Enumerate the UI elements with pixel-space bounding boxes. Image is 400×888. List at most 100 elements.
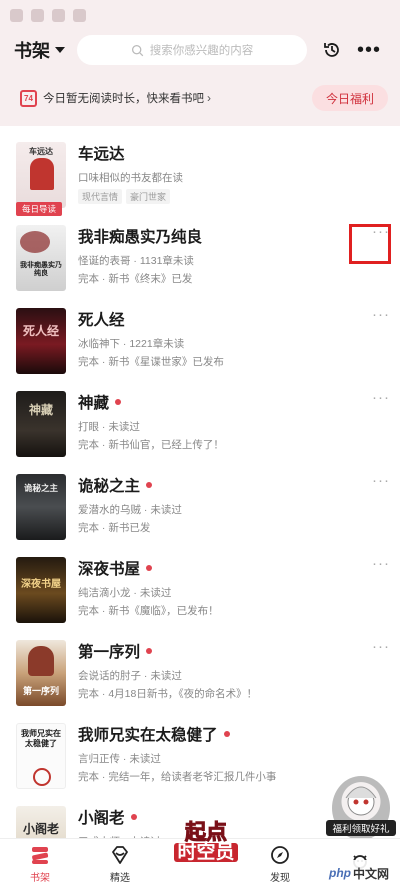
book-info: 死人经 冰临神下 · 1221章未读 完本 · 新书《星谍世家》已发布 (78, 308, 348, 369)
book-title: 深夜书屋 (78, 561, 141, 578)
cover-title: 第一序列 (22, 687, 59, 697)
book-row[interactable]: 车远达 每日导读 车远达 口味相似的书友都在读 现代言情 豪门世家 (0, 136, 400, 219)
book-update-text: 完本 · 新书《星谍世家》已发布 (78, 356, 224, 368)
status-icon (10, 8, 23, 22)
book-author-progress: 打眼 · 未读过 (78, 421, 140, 433)
book-info: 神藏 打眼 · 未读过 完本 · 新书仙官，已经上传了！ (78, 391, 348, 452)
book-tag: 豪门世家 (126, 189, 171, 204)
row-more-icon[interactable]: ··· (372, 555, 390, 572)
chevron-down-icon[interactable] (55, 47, 65, 53)
promo-badge[interactable]: 起点 时空员 (166, 806, 246, 878)
book-cover[interactable]: 第一序列 (16, 640, 66, 706)
shelf-title[interactable]: 书架 (14, 37, 50, 63)
search-icon (131, 44, 143, 56)
history-icon[interactable] (321, 39, 343, 61)
unread-dot (130, 814, 137, 820)
book-list: 车远达 每日导读 车远达 口味相似的书友都在读 现代言情 豪门世家 我非痴愚实乃… (0, 136, 400, 883)
unread-dot (146, 648, 153, 654)
book-row[interactable]: 第一序列 第一序列 会说话的肘子 · 未读过 完本 · 4月18日新书，《夜的命… (0, 634, 400, 717)
cover-title: 深夜书屋 (21, 579, 61, 590)
book-title: 诡秘之主 (78, 478, 141, 495)
book-cover[interactable]: 我非痴愚实乃纯良 (16, 225, 66, 291)
book-row[interactable]: 神藏 神藏 打眼 · 未读过 完本 · 新书仙官，已经上传了！ ··· (0, 385, 400, 468)
cover-title: 神藏 (28, 403, 53, 417)
cover-title: 我非痴愚实乃纯良 (20, 260, 62, 278)
tab-bookshelf[interactable]: 书架 (0, 839, 80, 888)
book-update-text: 完本 · 4月18日新书，《夜的命名术》！ (78, 688, 258, 700)
book-author-progress: 怪诞的表哥 · 1131章未读 (78, 255, 194, 267)
search-input[interactable]: 搜索你感兴趣的内容 (77, 35, 307, 65)
watermark: php 中文网 (318, 860, 400, 886)
book-update-text: 完本 · 新书仙官，已经上传了！ (78, 439, 224, 451)
reading-notice-banner[interactable]: 74 今日暂无阅读时长，快来看书吧 › 今日福利 (0, 70, 400, 126)
book-tag: 现代言情 (78, 189, 123, 204)
book-cover[interactable]: 诡秘之主 (16, 474, 66, 540)
book-cover[interactable]: 深夜书屋 (16, 557, 66, 623)
book-cover[interactable]: 我师兄实在太稳健了 (16, 723, 66, 789)
book-tags: 现代言情 豪门世家 (78, 189, 348, 204)
status-icon (52, 8, 65, 22)
tab-discover[interactable]: 发现 (240, 839, 320, 888)
status-bar (0, 0, 400, 30)
book-info: 诡秘之主 爱潜水的乌贼 · 未读过 完本 · 新书已发 (78, 474, 348, 535)
cover-title: 诡秘之主 (23, 484, 58, 494)
compass-icon (271, 845, 289, 864)
more-options-icon[interactable]: ••• (357, 40, 381, 60)
row-more-icon[interactable]: ··· (372, 472, 390, 489)
book-title: 第一序列 (78, 644, 141, 661)
book-author-progress: 爱潜水的乌贼 · 未读过 (78, 504, 182, 516)
book-title: 死人经 (78, 312, 125, 329)
book-author-progress: 会说话的肘子 · 未读过 (78, 670, 182, 682)
unread-dot (146, 565, 153, 571)
tab-featured[interactable]: 精选 (80, 839, 160, 888)
bookshelf-icon (32, 846, 49, 864)
cover-title: 车远达 (29, 146, 53, 156)
tab-label: 书架 (30, 872, 50, 884)
book-row[interactable]: 深夜书屋 深夜书屋 纯洁滴小龙 · 未读过 完本 · 新书《魔临》，已发布！ ·… (0, 551, 400, 634)
daily-guide-badge: 每日导读 (16, 202, 62, 216)
book-update-text: 完本 · 新书《魔临》，已发布！ (78, 605, 219, 617)
row-more-icon[interactable]: ··· (372, 638, 390, 655)
highlight-box (349, 224, 391, 264)
cover-title: 小阁老 (22, 822, 59, 836)
book-author-progress: 纯洁滴小龙 · 未读过 (78, 587, 172, 599)
tab-label: 发现 (270, 872, 290, 884)
book-author-progress: 冰临神下 · 1221章未读 (78, 338, 185, 350)
notice-text: 今日暂无阅读时长，快来看书吧 (43, 93, 204, 105)
book-row[interactable]: 诡秘之主 诡秘之主 爱潜水的乌贼 · 未读过 完本 · 新书已发 ··· (0, 468, 400, 551)
daily-welfare-button[interactable]: 今日福利 (312, 85, 388, 111)
unread-dot (223, 731, 230, 737)
book-cover[interactable]: 神藏 (16, 391, 66, 457)
book-recommend-text: 口味相似的书友都在读 (78, 172, 183, 184)
book-update-text: 完本 · 新书已发 (78, 522, 151, 534)
status-icon (31, 8, 44, 22)
book-title: 小阁老 (78, 810, 125, 827)
book-info: 车远达 口味相似的书友都在读 现代言情 豪门世家 (78, 142, 348, 204)
book-title: 我非痴愚实乃纯良 (78, 229, 203, 246)
status-icon (73, 8, 86, 22)
book-title: 神藏 (78, 395, 110, 412)
book-cover[interactable]: 死人经 (16, 308, 66, 374)
book-row[interactable]: 我非痴愚实乃纯良 我非痴愚实乃纯良 怪诞的表哥 · 1131章未读 完本 · 新… (0, 219, 400, 302)
row-more-icon[interactable]: ··· (372, 389, 390, 406)
promo-line2: 时空员 (174, 842, 238, 863)
book-info: 深夜书屋 纯洁滴小龙 · 未读过 完本 · 新书《魔临》，已发布！ (78, 557, 348, 618)
book-cover[interactable]: 车远达 (16, 142, 66, 208)
watermark-text: 中文网 (352, 866, 389, 881)
floating-welfare-label[interactable]: 福利领取好礼 (326, 820, 396, 836)
watermark-logo: php (328, 866, 351, 880)
book-info: 我师兄实在太稳健了 言归正传 · 未读过 完本 · 完结一年，给读者老爷汇报几件… (78, 723, 348, 784)
calendar-icon: 74 (20, 89, 37, 107)
top-bar: 书架 搜索你感兴趣的内容 ••• (0, 30, 400, 70)
book-title: 车远达 (78, 146, 125, 163)
chevron-right-icon: › (207, 91, 211, 105)
book-update-text: 完本 · 完结一年，给读者老爷汇报几件小事 (78, 771, 277, 783)
diamond-icon (112, 845, 128, 864)
row-more-icon[interactable]: ··· (372, 306, 390, 323)
book-info: 第一序列 会说话的肘子 · 未读过 完本 · 4月18日新书，《夜的命名术》！ (78, 640, 348, 701)
book-row[interactable]: 死人经 死人经 冰临神下 · 1221章未读 完本 · 新书《星谍世家》已发布 … (0, 302, 400, 385)
unread-dot (115, 399, 122, 405)
book-author-progress: 言归正传 · 未读过 (78, 753, 161, 765)
unread-dot (146, 482, 153, 488)
cover-title: 死人经 (22, 324, 59, 338)
